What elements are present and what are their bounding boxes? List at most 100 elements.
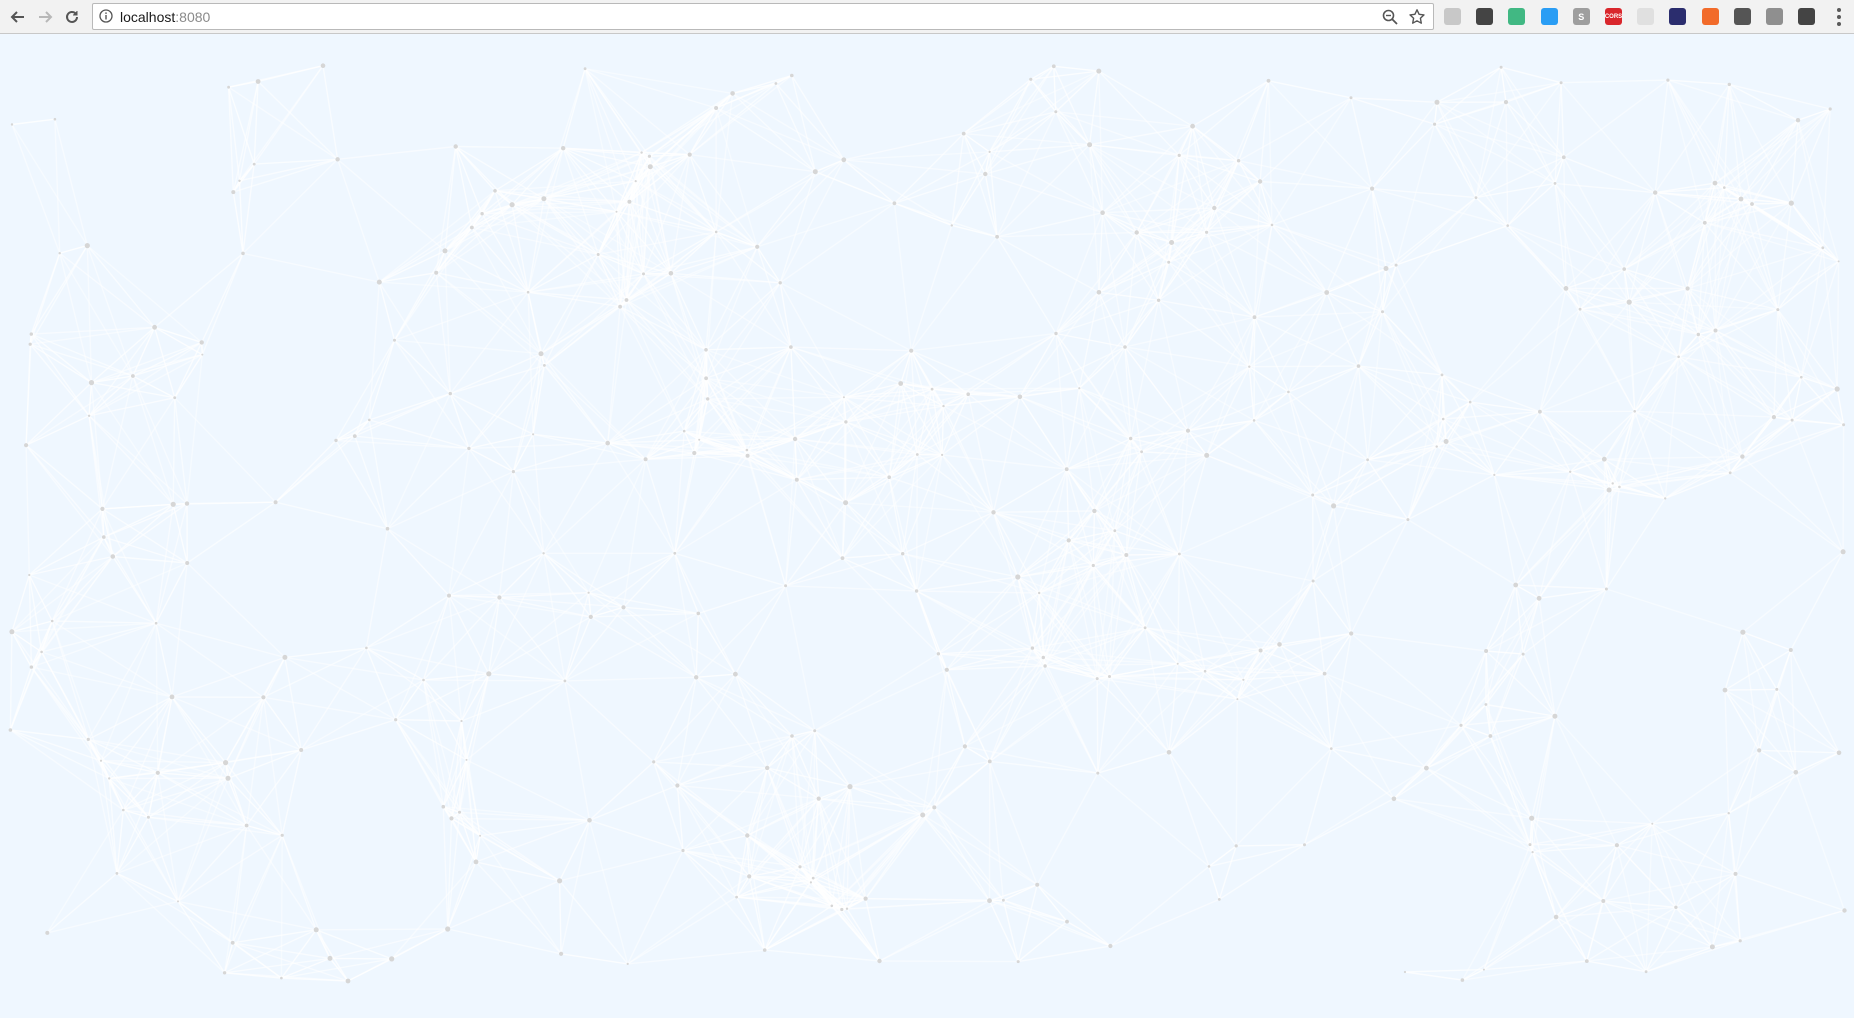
network-node — [784, 584, 788, 588]
network-link — [814, 653, 939, 732]
network-link — [1333, 505, 1409, 521]
info-icon[interactable] — [99, 9, 113, 23]
network-link — [756, 246, 781, 284]
network-node — [1252, 419, 1256, 422]
network-node — [441, 804, 446, 809]
reload-icon[interactable] — [60, 5, 84, 29]
network-node — [1696, 332, 1701, 337]
network-node — [696, 611, 701, 616]
menu-dots-icon[interactable] — [1830, 6, 1848, 28]
network-link — [1385, 224, 1508, 270]
network-link — [1469, 287, 1567, 403]
extension-s-icon[interactable]: S — [1572, 8, 1590, 25]
extension-qr-icon[interactable] — [1733, 8, 1751, 25]
network-node — [1096, 68, 1102, 74]
network-node — [840, 556, 845, 560]
network-node — [1016, 960, 1020, 964]
network-link — [1288, 365, 1359, 393]
star-icon[interactable] — [1408, 8, 1426, 26]
network-node — [995, 234, 999, 239]
forward-arrow-icon[interactable] — [33, 5, 57, 29]
network-link — [1018, 945, 1111, 963]
network-link — [1017, 884, 1038, 962]
network-node — [465, 758, 468, 761]
network-node — [1653, 190, 1658, 195]
network-node — [745, 448, 749, 452]
network-link — [1776, 688, 1840, 754]
network-link — [1485, 584, 1517, 652]
network-node — [618, 304, 622, 309]
network-link — [394, 339, 451, 395]
extension-dark-icon[interactable] — [1669, 8, 1687, 25]
network-node — [1178, 552, 1181, 556]
network-link — [937, 576, 1019, 655]
network-link — [1489, 598, 1540, 737]
network-link — [322, 65, 339, 160]
network-link — [985, 173, 1103, 214]
zoom-icon[interactable] — [1381, 8, 1399, 26]
extension-signal-icon[interactable] — [1798, 8, 1816, 25]
back-arrow-icon[interactable] — [6, 5, 30, 29]
network-node — [798, 865, 802, 869]
network-node — [643, 457, 648, 462]
network-link — [532, 434, 545, 554]
extension-orange-icon[interactable] — [1701, 8, 1719, 25]
network-link — [1098, 291, 1159, 301]
network-link — [888, 405, 945, 478]
network-link — [1651, 749, 1760, 825]
extension-cloud-icon[interactable] — [1540, 8, 1558, 25]
network-link — [1324, 673, 1427, 769]
extension-link-icon[interactable] — [1444, 8, 1461, 25]
network-link — [988, 78, 1032, 153]
extension-cors-icon[interactable]: CORS — [1605, 8, 1622, 25]
extension-vue-icon[interactable] — [1508, 8, 1526, 25]
network-link — [422, 595, 450, 681]
network-link — [488, 616, 592, 675]
network-link — [1603, 873, 1736, 902]
network-node — [526, 290, 530, 294]
extension-document-icon[interactable] — [1637, 8, 1655, 25]
network-link — [916, 453, 994, 513]
network-node — [557, 878, 563, 884]
network-node — [1738, 196, 1744, 202]
network-link — [201, 253, 244, 355]
network-link — [635, 180, 758, 248]
network-link — [498, 471, 515, 598]
network-node — [755, 244, 760, 249]
network-link — [102, 503, 174, 510]
network-link — [989, 70, 1100, 153]
network-link — [1485, 588, 1607, 652]
network-link — [1434, 82, 1562, 125]
network-link — [674, 553, 697, 678]
network-node — [673, 551, 677, 555]
network-link — [1714, 330, 1793, 421]
network-link — [1485, 704, 1533, 819]
network-link — [1734, 750, 1760, 875]
network-link — [223, 835, 283, 974]
network-link — [10, 729, 110, 780]
network-link — [1178, 553, 1280, 645]
network-node — [1702, 220, 1707, 225]
network-node — [652, 760, 656, 764]
network-link — [1213, 207, 1256, 318]
network-link — [450, 353, 542, 395]
extension-sync-icon[interactable] — [1476, 8, 1494, 25]
network-node — [1788, 200, 1794, 206]
network-link — [54, 119, 88, 246]
network-node — [675, 783, 680, 788]
network-node — [100, 506, 105, 511]
network-node — [1266, 78, 1271, 83]
address-bar[interactable]: localhost:8080 — [92, 3, 1434, 30]
network-link — [756, 246, 792, 348]
network-link — [916, 576, 1018, 592]
network-node — [280, 976, 283, 980]
network-node — [988, 150, 991, 153]
network-link — [996, 144, 1091, 238]
network-link — [993, 511, 1069, 542]
network-link — [449, 393, 514, 473]
network-link — [653, 676, 697, 763]
extension-circle-icon[interactable] — [1766, 8, 1783, 25]
network-node — [1506, 224, 1509, 227]
network-link — [28, 508, 103, 576]
network-node — [470, 225, 474, 230]
